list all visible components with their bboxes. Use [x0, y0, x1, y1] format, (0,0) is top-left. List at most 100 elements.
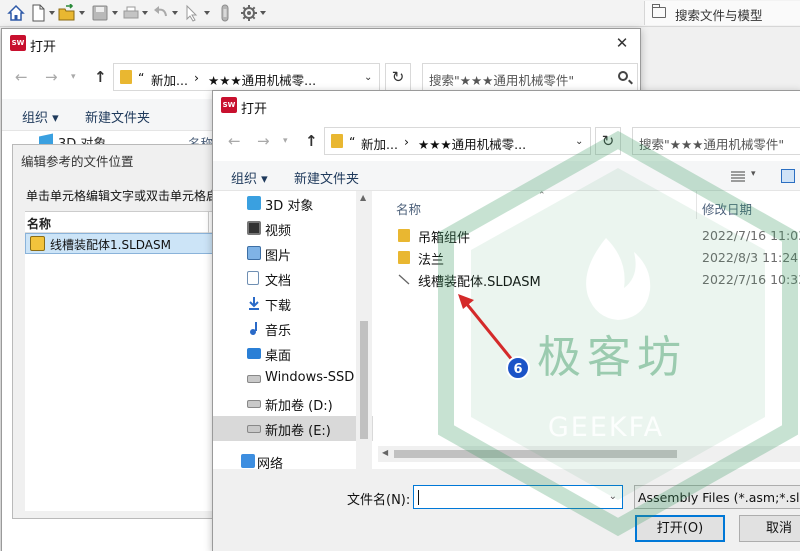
tree-item-drive-d[interactable]: 新加卷 (D:)	[213, 391, 373, 416]
tree-item-label: 3D 对象	[265, 199, 314, 214]
documents-icon	[247, 271, 259, 285]
column-header-name[interactable]: 名称	[396, 199, 421, 218]
edit-references-dialog: 编辑参考的文件位置 单击单元格编辑文字或双击单元格启动 名称 线槽装配体1.SL…	[12, 144, 216, 519]
file-list: ⌃ 名称 修改日期 吊箱组件 2022/7/16 11:03 法兰 2022/8…	[378, 191, 800, 469]
file-row-assembly[interactable]: 线槽装配体.SLDASM 2022/7/16 10:33	[378, 269, 800, 291]
ref-table: 名称 线槽装配体1.SLDASM	[25, 211, 215, 511]
save-dropdown-icon[interactable]	[112, 11, 118, 15]
open-dropdown-icon[interactable]	[79, 11, 85, 15]
new-doc-icon[interactable]	[29, 4, 47, 22]
save-icon[interactable]	[91, 4, 109, 22]
horizontal-scroll-thumb[interactable]	[394, 450, 677, 458]
tree-item-label: 新加卷 (D:)	[265, 399, 333, 414]
undo-dropdown-icon[interactable]	[172, 11, 178, 15]
front-address-dropdown-icon[interactable]: ⌄	[575, 136, 583, 147]
folder-icon	[120, 70, 132, 84]
front-address-segment-1[interactable]: 新加...	[361, 134, 398, 153]
app-search-box[interactable]: 搜索文件与模型	[644, 1, 800, 25]
back-address-segment-1[interactable]: 新加...	[151, 70, 188, 89]
filename-input[interactable]: ⌄	[413, 485, 623, 509]
open-button[interactable]: 打开(O)	[635, 515, 725, 542]
solidworks-logo-icon: SW	[10, 35, 26, 51]
back-search-box[interactable]: 搜索"★★★通用机械零件"	[422, 63, 638, 91]
tree-item-desktop[interactable]: 桌面	[213, 341, 373, 366]
folder-outline-icon	[652, 4, 666, 18]
tree-scroll-thumb[interactable]	[360, 321, 368, 439]
column-header-date[interactable]: 修改日期	[702, 199, 752, 218]
back-nav-back-icon[interactable]: ←	[15, 69, 28, 85]
ref-column-separator[interactable]	[208, 212, 209, 233]
filename-dropdown-icon[interactable]: ⌄	[609, 491, 617, 502]
back-dialog-close-button[interactable]: ✕	[614, 35, 630, 51]
back-address-dropdown-icon[interactable]: ⌄	[364, 72, 372, 83]
print-icon[interactable]	[122, 4, 140, 22]
tree-item-label: 下载	[265, 299, 292, 314]
back-organize-menu[interactable]: 组织 ▾	[22, 107, 59, 126]
column-separator[interactable]	[696, 191, 697, 219]
home-icon[interactable]	[7, 4, 25, 22]
scroll-left-icon[interactable]: ◀	[382, 448, 388, 457]
file-list-horizontal-scrollbar[interactable]: ◀	[378, 446, 800, 462]
ref-table-header: 名称	[25, 212, 215, 233]
select-icon[interactable]	[183, 4, 201, 22]
tree-item-label: 音乐	[265, 324, 292, 339]
tree-item-windows-ssd[interactable]: Windows-SSD (	[213, 366, 373, 391]
ref-column-name[interactable]: 名称	[27, 215, 51, 232]
ref-table-row[interactable]: 线槽装配体1.SLDASM	[25, 233, 215, 254]
front-new-folder-button[interactable]: 新建文件夹	[294, 168, 359, 187]
tree-item-3d-objects[interactable]: 3D 对象	[213, 191, 373, 216]
front-address-segment-2[interactable]: ★★★通用机械零...	[418, 134, 526, 153]
app-toolbar: 搜索文件与模型	[0, 0, 800, 27]
desktop-icon	[247, 348, 261, 359]
open-icon[interactable]	[58, 4, 76, 22]
file-name: 线槽装配体.SLDASM	[418, 275, 541, 290]
back-address-segment-2[interactable]: ★★★通用机械零...	[208, 70, 316, 89]
view-details-icon[interactable]	[731, 171, 745, 183]
new-doc-dropdown-icon[interactable]	[49, 11, 55, 15]
tree-item-pictures[interactable]: 图片	[213, 241, 373, 266]
tree-item-music[interactable]: 音乐	[213, 316, 373, 341]
music-icon	[250, 322, 257, 335]
tree-item-label: 文档	[265, 274, 292, 289]
file-date: 2022/8/3 11:24	[702, 250, 799, 265]
view-dropdown-icon[interactable]: ▾	[751, 169, 756, 179]
file-row-folder-2[interactable]: 法兰 2022/8/3 11:24	[378, 247, 800, 269]
tree-item-documents[interactable]: 文档	[213, 266, 373, 291]
front-refresh-button[interactable]: ↻	[595, 127, 621, 155]
front-nav-forward-icon[interactable]: →	[257, 133, 270, 149]
file-name: 法兰	[418, 253, 445, 268]
back-refresh-button[interactable]: ↻	[385, 63, 411, 91]
preview-pane-icon[interactable]	[781, 169, 795, 183]
back-address-bar[interactable]: “ 新加... › ★★★通用机械零... ⌄	[113, 63, 380, 91]
front-address-bar[interactable]: “ 新加... › ★★★通用机械零... ⌄	[324, 127, 591, 155]
undo-icon[interactable]	[152, 4, 170, 22]
back-new-folder-button[interactable]: 新建文件夹	[85, 107, 150, 126]
tree-item-drive-e[interactable]: 新加卷 (E:)	[213, 416, 373, 441]
back-nav-forward-icon[interactable]: →	[45, 69, 58, 85]
ref-row-name: 线槽装配体1.SLDASM	[50, 238, 171, 252]
options-icon[interactable]	[240, 4, 258, 22]
ref-dialog-title: 编辑参考的文件位置	[21, 154, 134, 169]
cancel-button[interactable]: 取消	[739, 515, 800, 542]
tree-item-videos[interactable]: 视频	[213, 216, 373, 241]
front-nav-history-icon[interactable]: ▾	[283, 133, 288, 149]
rebuild-icon[interactable]	[216, 4, 234, 22]
options-dropdown-icon[interactable]	[260, 11, 266, 15]
print-dropdown-icon[interactable]	[142, 11, 148, 15]
scroll-up-icon[interactable]: ▲	[360, 193, 366, 202]
tree-item-downloads[interactable]: 下载	[213, 291, 373, 316]
ref-dialog-hint: 单击单元格编辑文字或双击单元格启动	[26, 189, 216, 203]
back-nav-history-icon[interactable]: ▾	[71, 69, 76, 85]
file-type-select[interactable]: Assembly Files (*.asm;*.sldas	[634, 485, 800, 509]
tree-item-label: Windows-SSD (	[265, 370, 364, 385]
front-search-box[interactable]: 搜索"★★★通用机械零件"	[632, 127, 800, 155]
assembly-file-icon	[398, 274, 410, 285]
3d-objects-icon	[247, 196, 261, 210]
file-row-folder-1[interactable]: 吊箱组件 2022/7/16 11:03	[378, 225, 800, 247]
front-organize-menu[interactable]: 组织 ▾	[231, 168, 268, 187]
select-dropdown-icon[interactable]	[204, 11, 210, 15]
front-nav-back-icon[interactable]: ←	[228, 133, 241, 149]
front-nav-up-icon[interactable]: ↑	[305, 133, 318, 149]
back-nav-up-icon[interactable]: ↑	[94, 69, 107, 85]
search-icon[interactable]	[618, 71, 628, 81]
